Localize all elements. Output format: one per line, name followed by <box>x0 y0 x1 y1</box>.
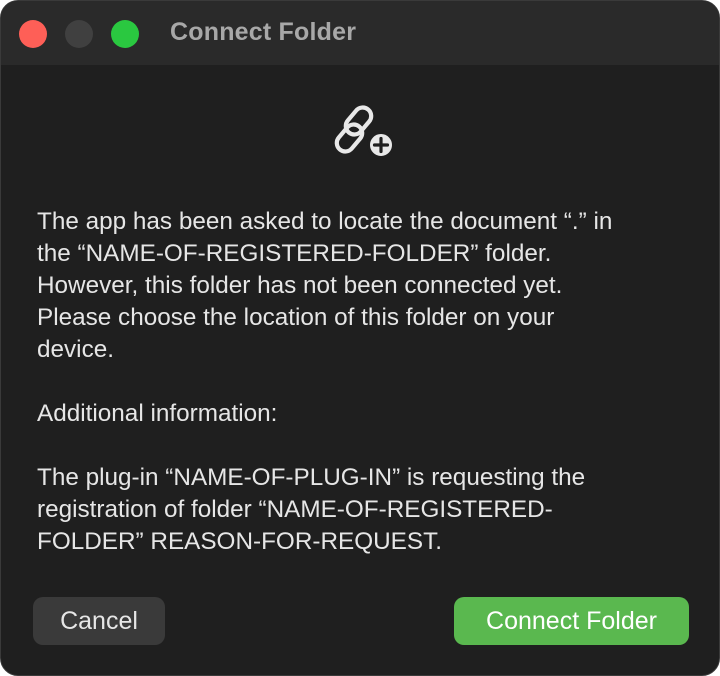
connect-folder-button[interactable]: Connect Folder <box>454 597 689 645</box>
link-plus-icon <box>334 105 395 159</box>
cancel-button[interactable]: Cancel <box>33 597 165 645</box>
window-title: Connect Folder <box>170 18 357 46</box>
title-bar: Connect Folder <box>1 1 719 65</box>
dialog-message: The app has been asked to locate the doc… <box>37 206 697 558</box>
minimize-window-button[interactable] <box>65 20 93 48</box>
message-paragraph-main: The app has been asked to locate the doc… <box>37 208 613 363</box>
close-window-button[interactable] <box>19 20 47 48</box>
message-paragraph-additional-heading: Additional information: <box>37 400 278 427</box>
message-paragraph-plugin-request: The plug-in “NAME-OF-PLUG-IN” is request… <box>37 464 586 555</box>
zoom-window-button[interactable] <box>111 20 139 48</box>
connect-folder-dialog-window: Connect Folder The app has been asked to… <box>0 0 720 676</box>
